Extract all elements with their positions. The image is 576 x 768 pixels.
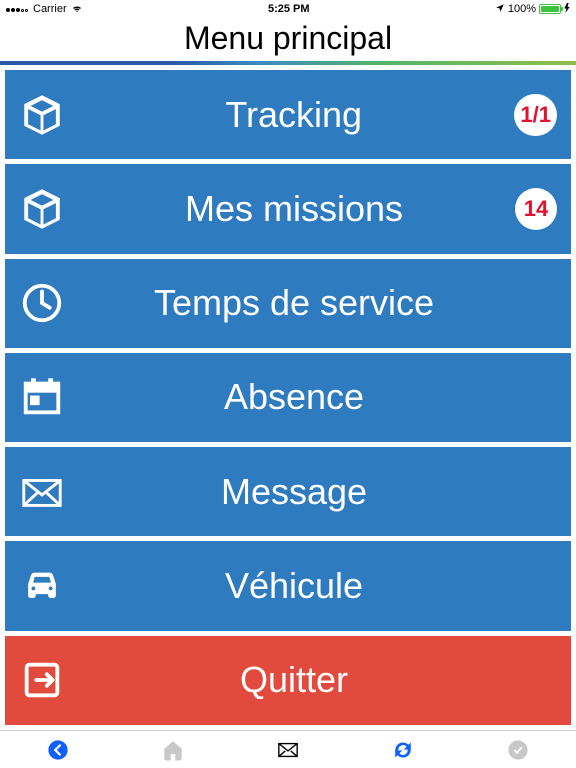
tab-check[interactable] [498,736,538,764]
tab-back[interactable] [38,736,78,764]
menu-item-missions[interactable]: Mes missions 14 [5,164,571,253]
menu-label: Quitter [73,659,515,701]
car-icon [19,563,73,609]
tab-sync[interactable] [383,736,423,764]
tab-mail[interactable] [268,736,308,764]
menu-label: Mes missions [73,188,515,230]
main-menu: Tracking 1/1 Mes missions 14 Temps de se… [0,65,576,730]
box-icon [19,92,73,138]
signal-icon [6,3,29,15]
location-icon [495,3,505,16]
menu-label: Absence [73,376,515,418]
exit-icon [19,657,73,703]
menu-item-tracking[interactable]: Tracking 1/1 [5,70,571,159]
envelope-icon [19,469,73,515]
menu-item-message[interactable]: Message [5,447,571,536]
menu-item-absence[interactable]: Absence [5,353,571,442]
tab-home[interactable] [153,736,193,764]
menu-item-service-time[interactable]: Temps de service [5,259,571,348]
battery-pct: 100% [508,3,536,15]
wifi-icon [71,2,83,17]
carrier-label: Carrier [33,3,67,15]
badge: 1/1 [514,94,557,136]
charging-icon [564,3,570,16]
menu-label: Tracking [73,94,514,136]
status-bar: Carrier 5:25 PM 100% [0,0,576,18]
box-icon [19,186,73,232]
status-time: 5:25 PM [268,3,310,15]
badge: 14 [515,188,557,230]
menu-label: Message [73,471,515,513]
page-title: Menu principal [0,18,576,61]
menu-label: Temps de service [73,282,515,324]
menu-label: Véhicule [73,565,515,607]
tab-bar [0,730,576,768]
battery-icon [539,4,561,14]
menu-item-vehicle[interactable]: Véhicule [5,541,571,630]
calendar-icon [19,374,73,420]
menu-item-quit[interactable]: Quitter [5,636,571,725]
clock-icon [19,280,73,326]
